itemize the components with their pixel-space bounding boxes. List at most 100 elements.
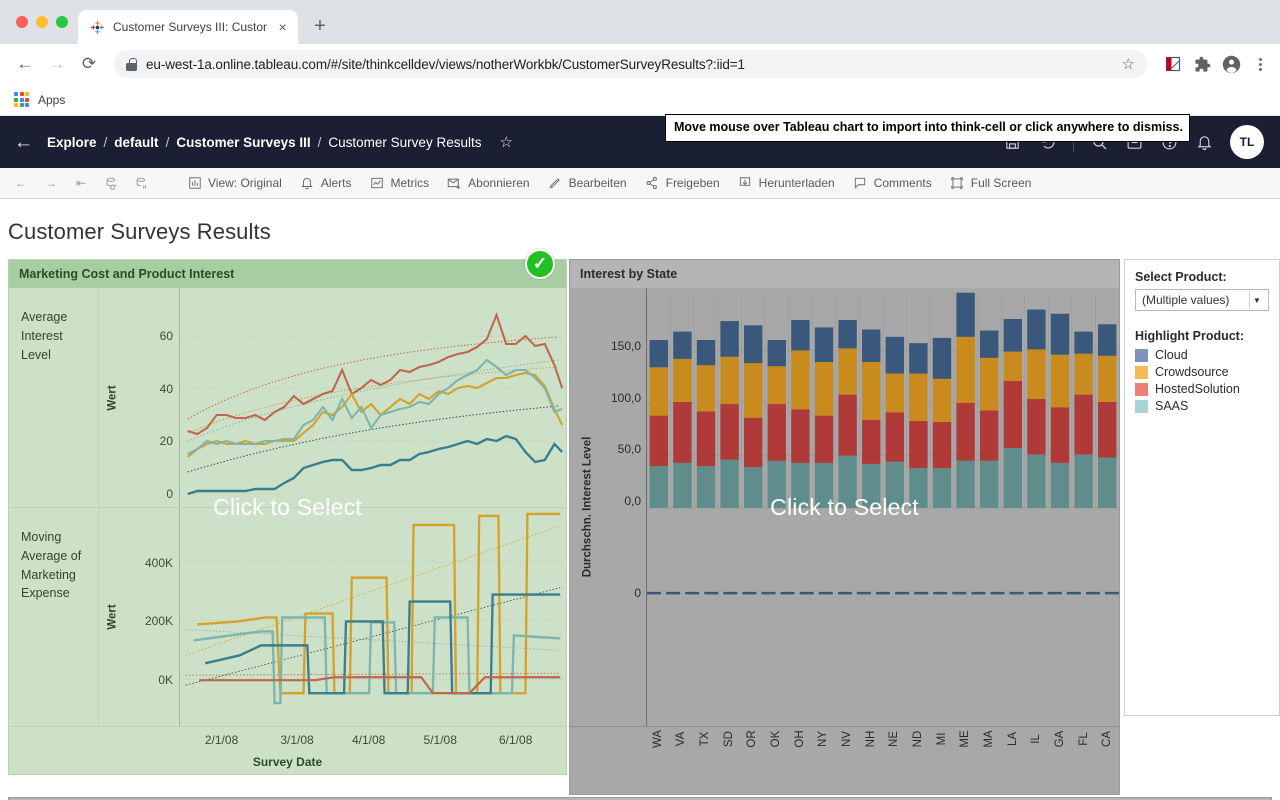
bar-segment[interactable] (1097, 401, 1117, 458)
bar-segment[interactable] (743, 363, 763, 418)
bar-segment[interactable] (909, 468, 928, 508)
extensions-puzzle-icon[interactable] (1192, 54, 1212, 74)
bar-segment[interactable] (956, 292, 975, 337)
toolbar-item-download[interactable]: Herunterladen (729, 170, 844, 196)
bar-segment[interactable] (767, 460, 786, 508)
bar-segment[interactable] (1074, 353, 1093, 395)
panel1-row1-plot[interactable] (179, 288, 566, 507)
bar-segment[interactable] (979, 357, 999, 411)
bar-segment[interactable] (814, 415, 834, 463)
browser-back-button[interactable]: ← (10, 49, 40, 79)
legend-item-saas[interactable]: SAAS (1135, 399, 1269, 413)
bar-segment[interactable] (838, 394, 857, 456)
bar-segment[interactable] (956, 460, 975, 508)
bar-segment[interactable] (1050, 462, 1070, 508)
browser-reload-button[interactable]: ⟳ (74, 49, 104, 79)
bar-segment[interactable] (1097, 355, 1117, 402)
toolbar-item-alerts[interactable]: Alerts (291, 170, 361, 196)
bar-segment[interactable] (696, 365, 716, 412)
bar-segment[interactable] (885, 336, 905, 374)
bar-segment[interactable] (696, 340, 716, 366)
bookmark-star-icon[interactable]: ☆ (1122, 55, 1135, 73)
tableau-back-arrow-icon[interactable]: ← (14, 133, 33, 152)
bar-segment[interactable] (1050, 313, 1070, 355)
pause-auto-update-icon[interactable] (126, 170, 156, 196)
toolbar-item-share[interactable]: Freigeben (636, 170, 729, 196)
breadcrumb-item-workbook[interactable]: Customer Surveys III (176, 135, 310, 150)
bar-segment[interactable] (1003, 351, 1022, 381)
bar-segment[interactable] (862, 329, 881, 363)
bar-segment[interactable] (956, 403, 975, 461)
bar-segment[interactable] (838, 348, 857, 395)
bar-segment[interactable] (743, 325, 763, 364)
breadcrumb-item-explore[interactable]: Explore (47, 135, 97, 150)
new-tab-button[interactable]: + (306, 12, 334, 40)
bar-segment[interactable] (885, 373, 905, 413)
bar-segment[interactable] (649, 415, 668, 466)
bar-segment[interactable] (885, 461, 905, 508)
legend-item-hostedsolution[interactable]: HostedSolution (1135, 382, 1269, 396)
bar-segment[interactable] (720, 356, 739, 405)
bar-segment[interactable] (673, 358, 692, 402)
bar-segment[interactable] (814, 462, 834, 508)
legend-item-crowdsource[interactable]: Crowdsource (1135, 365, 1269, 379)
thinkcell-tooltip[interactable]: Move mouse over Tableau chart to import … (665, 114, 1190, 142)
bar-segment[interactable] (1003, 319, 1022, 352)
toolbar-item-view-original[interactable]: View: Original (178, 170, 291, 196)
bar-segment[interactable] (649, 466, 668, 508)
avatar[interactable]: TL (1230, 125, 1264, 159)
favorite-star-icon[interactable]: ☆ (499, 133, 512, 151)
bar-segment[interactable] (767, 404, 786, 461)
bar-segment[interactable] (814, 362, 834, 416)
bar-segment[interactable] (932, 468, 952, 508)
breadcrumb-item-view[interactable]: Customer Survey Results (328, 135, 481, 150)
bar-segment[interactable] (649, 340, 668, 368)
bar-segment[interactable] (720, 404, 739, 460)
bar-segment[interactable] (979, 410, 999, 461)
panel1-body[interactable]: Click to Select Average Interest Level W… (9, 288, 566, 726)
bar-segment[interactable] (1074, 454, 1093, 508)
view-forward-button[interactable]: → (36, 170, 66, 196)
bar-segment[interactable] (1003, 448, 1022, 508)
bar-segment[interactable] (1050, 354, 1070, 408)
toolbar-item-metrics[interactable]: Metrics (361, 170, 439, 196)
chrome-profile-icon[interactable] (1221, 54, 1241, 74)
browser-tab[interactable]: Customer Surveys III: Custome × (78, 10, 298, 44)
chrome-menu-icon[interactable] (1250, 54, 1270, 74)
bar-segment[interactable] (838, 320, 857, 349)
panel1-row2-plot[interactable] (179, 508, 566, 726)
address-bar[interactable]: eu-west-1a.online.tableau.com/#/site/thi… (114, 50, 1147, 78)
refresh-data-icon[interactable] (96, 170, 126, 196)
chevron-down-icon[interactable]: ▼ (1249, 291, 1264, 309)
bar-segment[interactable] (979, 330, 999, 358)
browser-forward-button[interactable]: → (42, 49, 72, 79)
import-ok-badge-icon[interactable]: ✓ (525, 249, 555, 279)
bar-segment[interactable] (1097, 324, 1117, 356)
breadcrumb-item-default[interactable]: default (114, 135, 158, 150)
panel-marketing-cost-and-product-interest[interactable]: Marketing Cost and Product Interest ✓ Cl… (8, 249, 567, 775)
bar-segment[interactable] (767, 366, 786, 405)
bar-segment[interactable] (720, 321, 739, 357)
notifications-bell-icon[interactable] (1195, 133, 1214, 152)
bar-segment[interactable] (1050, 407, 1070, 463)
bar-segment[interactable] (932, 378, 952, 422)
bookmark-apps-label[interactable]: Apps (38, 93, 65, 107)
bar-segment[interactable] (673, 401, 692, 463)
apps-grid-icon[interactable] (14, 92, 29, 107)
bar-segment[interactable] (673, 462, 692, 508)
bar-segment[interactable] (1097, 457, 1117, 508)
bar-segment[interactable] (673, 331, 692, 359)
close-window-button[interactable] (16, 16, 28, 28)
bar-segment[interactable] (862, 463, 881, 508)
bar-segment[interactable] (909, 373, 928, 421)
toolbar-item-subscribe[interactable]: Abonnieren (438, 170, 538, 196)
panel2-bars-plot[interactable] (646, 288, 1119, 512)
bar-segment[interactable] (791, 350, 810, 410)
select-product-dropdown[interactable]: (Multiple values) ▼ (1135, 289, 1269, 311)
bar-segment[interactable] (979, 460, 999, 508)
toolbar-item-fullscreen[interactable]: Full Screen (941, 170, 1041, 196)
view-revert-button[interactable]: ⇤ (66, 170, 96, 196)
bar-segment[interactable] (791, 409, 810, 463)
toolbar-item-comments[interactable]: Comments (844, 170, 941, 196)
bar-segment[interactable] (1003, 380, 1022, 449)
